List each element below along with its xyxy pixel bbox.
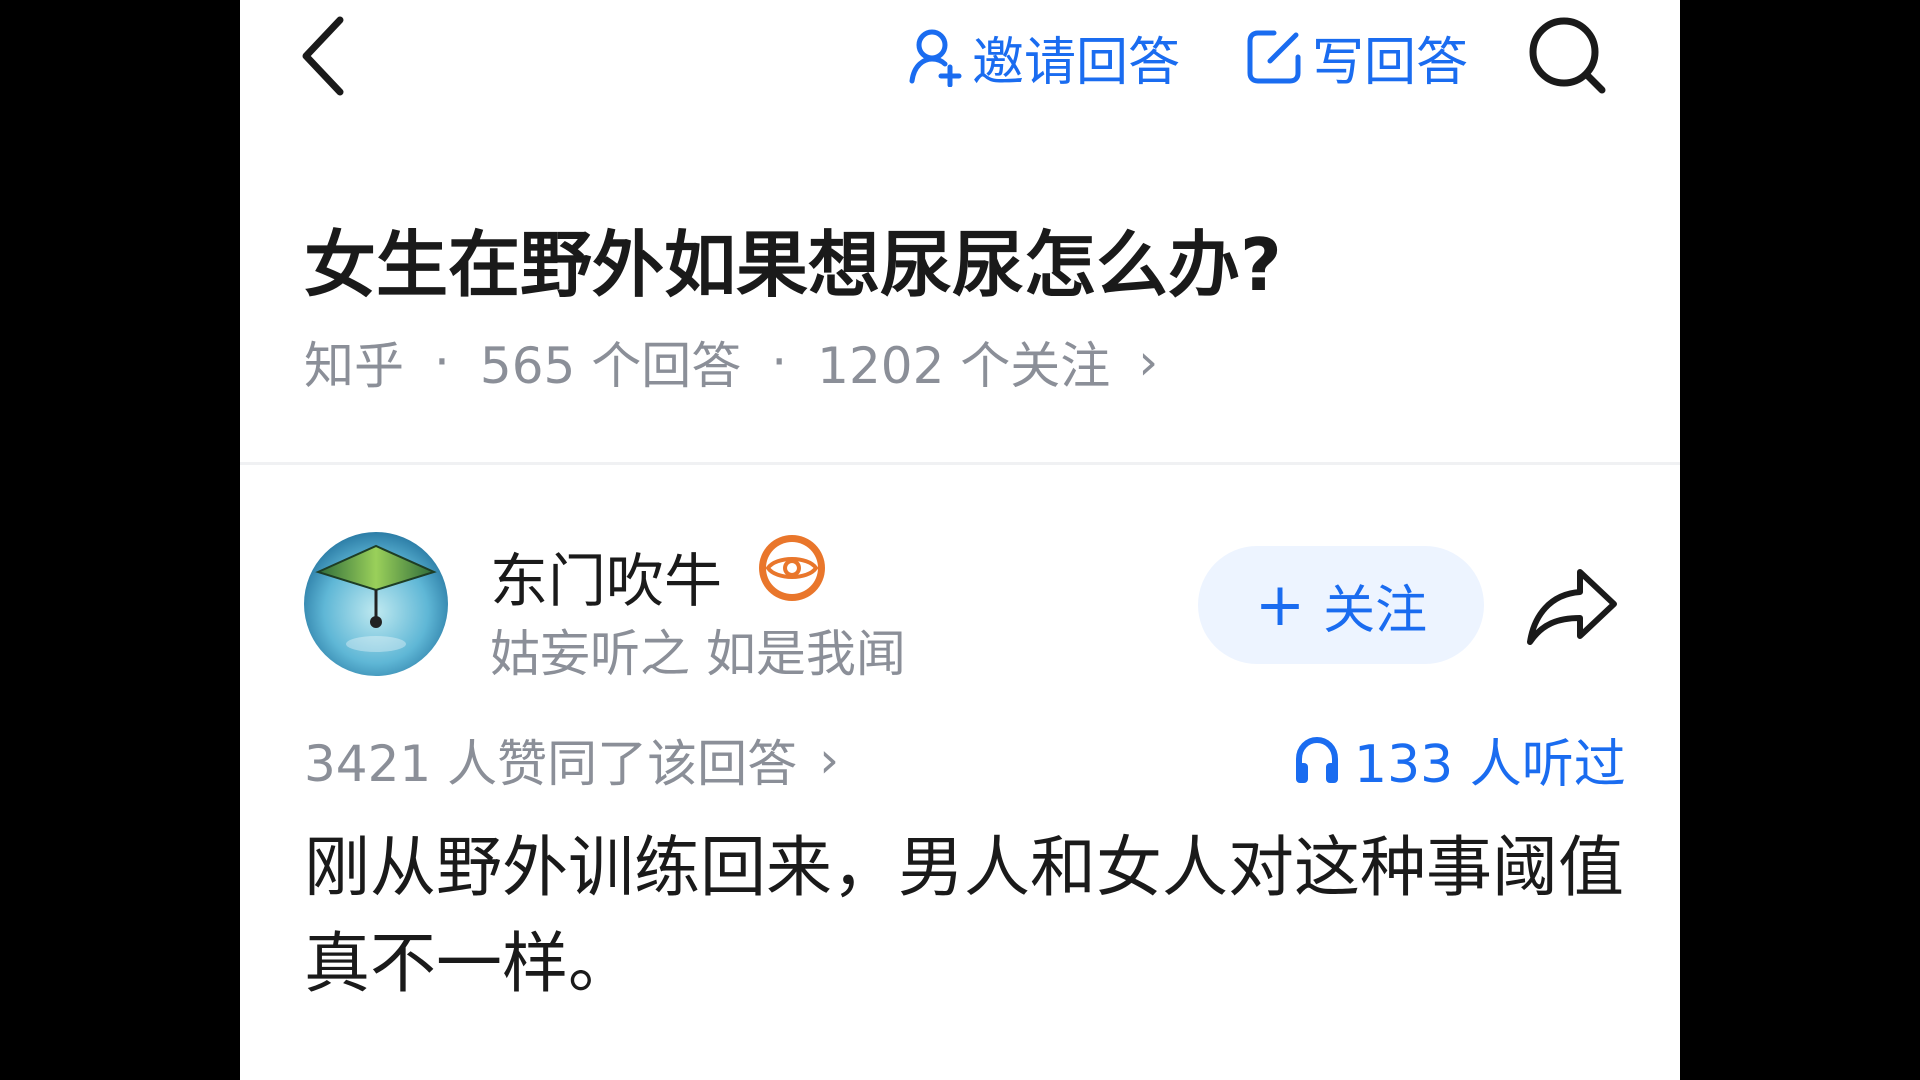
search-icon xyxy=(1529,17,1606,94)
chevron-right-icon: › xyxy=(819,731,840,789)
plus-icon: + xyxy=(1254,570,1306,640)
meta-separator: · xyxy=(434,333,450,391)
vote-count: 3421 人赞同了该回答 xyxy=(304,735,798,793)
invite-answer-label: 邀请回答 xyxy=(972,32,1181,93)
chevron-left-icon xyxy=(302,16,344,96)
search-button[interactable] xyxy=(1526,14,1608,96)
app-screen: 邀请回答 写回答 女生在野外如果想尿尿怎么办? 知乎 · 565 个回答 · 1… xyxy=(240,0,1680,1080)
vote-summary[interactable]: 3421 人赞同了该回答 › xyxy=(304,724,839,796)
back-button[interactable] xyxy=(296,14,356,98)
follow-label: 关注 xyxy=(1323,580,1428,641)
follower-count: 1202 个关注 xyxy=(817,337,1111,395)
top-bar: 邀请回答 写回答 xyxy=(240,0,1680,120)
answer-body[interactable]: 刚从野外训练回来，男人和女人对这种事阈值真不一样。 xyxy=(304,820,1624,1012)
section-divider xyxy=(240,462,1680,465)
question-source: 知乎 xyxy=(304,337,404,395)
person-add-icon xyxy=(909,29,962,87)
invite-answer-button[interactable]: 邀请回答 xyxy=(908,22,1181,93)
listen-count: 133 人听过 xyxy=(1354,735,1626,795)
question-title: 女生在野外如果想尿尿怎么办? xyxy=(304,223,1282,307)
share-button[interactable] xyxy=(1524,562,1620,652)
share-icon xyxy=(1527,569,1617,645)
answer-count: 565 个回答 xyxy=(479,337,742,395)
edit-icon xyxy=(1247,30,1301,84)
meta-separator: · xyxy=(771,333,788,391)
author-avatar[interactable] xyxy=(304,532,448,676)
eye-badge-icon xyxy=(756,532,828,604)
hang-glider-avatar-image xyxy=(304,532,448,676)
write-answer-label: 写回答 xyxy=(1312,32,1469,93)
listen-button[interactable]: 133 人听过 xyxy=(1294,722,1626,797)
follow-button[interactable]: + 关注 xyxy=(1198,546,1484,664)
author-name[interactable]: 东门吹牛 xyxy=(490,534,722,618)
chevron-right-icon: › xyxy=(1138,333,1159,391)
question-meta[interactable]: 知乎 · 565 个回答 · 1202 个关注 › xyxy=(304,326,1158,398)
author-bio: 姑妄听之 如是我闻 xyxy=(490,625,906,683)
write-answer-button[interactable]: 写回答 xyxy=(1244,22,1469,93)
headphones-icon xyxy=(1296,736,1338,783)
